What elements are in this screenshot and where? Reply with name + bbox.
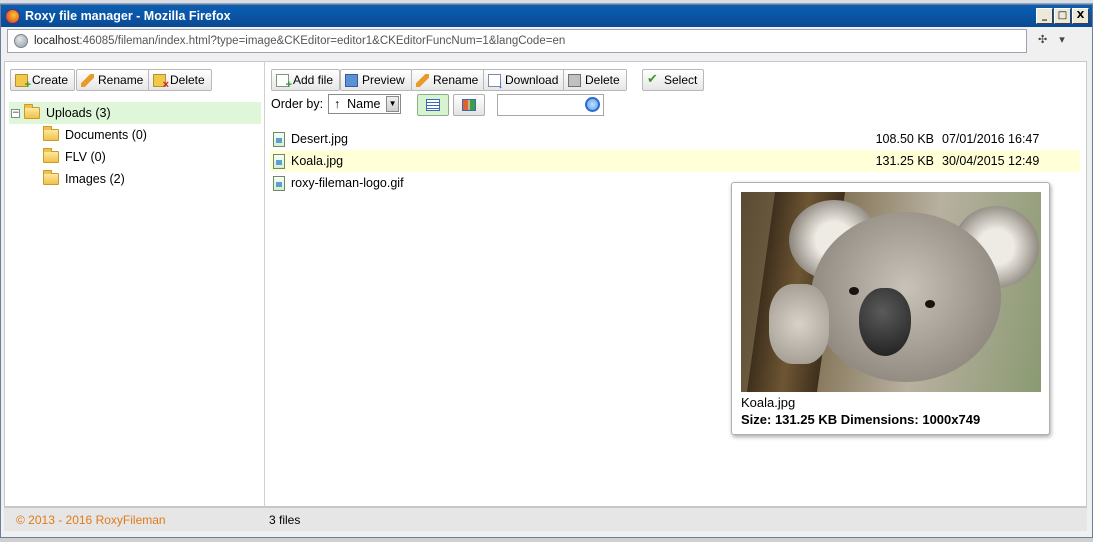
trash-icon [568, 73, 581, 87]
preview-filename: Koala.jpg [741, 395, 796, 410]
rename-label: Rename [433, 73, 479, 87]
delete-folder-button[interactable]: Delete [148, 69, 212, 91]
file-date: 30/04/2015 12:49 [942, 154, 1040, 168]
create-label: Create [32, 73, 69, 87]
tree-item-label: Images (2) [65, 172, 125, 186]
delete-label: Delete [585, 73, 620, 87]
koala-image [741, 192, 1041, 392]
file-date: 07/01/2016 16:47 [942, 132, 1040, 146]
url-bar[interactable]: localhost:46085/fileman/index.html?type=… [7, 29, 1027, 53]
checkmark-icon [647, 71, 660, 87]
background-strip [0, 538, 1093, 542]
add-file-button[interactable]: Add file [271, 69, 341, 91]
file-size: 131.25 KB [875, 154, 934, 168]
file-add-icon [276, 73, 292, 91]
tree-item-label: Uploads (3) [46, 106, 111, 120]
image-file-icon [273, 153, 285, 169]
thumbnail-view-icon [462, 99, 476, 111]
image-file-icon [273, 175, 285, 191]
download-icon [488, 73, 503, 91]
image-file-icon [273, 131, 285, 147]
search-icon[interactable] [585, 97, 600, 112]
folder-pane: Create Rename Delete − Uploads (3) Docum… [5, 62, 265, 508]
pencil-icon [81, 73, 94, 87]
firefox-icon [5, 8, 20, 24]
preview-button[interactable]: Preview [340, 69, 412, 91]
list-view-icon [426, 99, 440, 111]
chevron-down-icon: ▼ [386, 96, 400, 112]
preview-label: Preview [362, 73, 405, 87]
create-folder-button[interactable]: Create [10, 69, 76, 91]
add-file-label: Add file [293, 73, 334, 87]
delete-label: Delete [170, 73, 205, 87]
select-button[interactable]: Select [642, 69, 705, 91]
sort-control: Order by: ↑ Name ▼ [271, 94, 402, 114]
tree-item-label: Documents (0) [65, 128, 147, 142]
image-preview-tooltip: Koala.jpg Size: 131.25 KB Dimensions: 10… [731, 182, 1050, 435]
folder-add-icon [15, 73, 31, 91]
preview-metadata: Size: 131.25 KB Dimensions: 1000x749 [741, 412, 981, 427]
file-row-koala[interactable]: Koala.jpg 131.25 KB 30/04/2015 12:49 [270, 150, 1080, 172]
address-tools: ✣ ▾ [1038, 33, 1065, 46]
sort-select[interactable]: ↑ Name ▼ [328, 94, 402, 114]
url-path: :46085/fileman/index.html?type=image&CKE… [79, 35, 566, 47]
search-input[interactable] [497, 94, 604, 116]
folder-icon [43, 170, 59, 185]
tree-item-documents[interactable]: Documents (0) [9, 124, 261, 146]
pencil-icon [416, 73, 429, 87]
tree-item-uploads[interactable]: − Uploads (3) [9, 102, 261, 124]
folder-icon [43, 148, 59, 163]
tree-item-flv[interactable]: FLV (0) [9, 146, 261, 168]
maximize-button[interactable]: □ [1054, 8, 1071, 24]
thumbnail-view-button[interactable] [453, 94, 485, 116]
list-view-button[interactable] [417, 94, 449, 116]
select-label: Select [664, 73, 698, 87]
rename-folder-button[interactable]: Rename [76, 69, 151, 91]
close-button[interactable]: X [1072, 8, 1089, 24]
sort-label: Order by: [271, 97, 324, 111]
minimize-button[interactable]: _ [1036, 8, 1053, 24]
bookmark-icon[interactable]: ✣ [1038, 33, 1047, 46]
file-size: 108.50 KB [875, 132, 934, 146]
sort-direction-icon: ↑ [333, 97, 341, 111]
folder-tree: − Uploads (3) Documents (0) FLV (0) Imag… [9, 102, 261, 190]
folder-icon [43, 126, 59, 141]
url-host: localhost [34, 35, 80, 47]
file-count: 3 files [269, 513, 301, 527]
window-controls: _ □ X [1036, 8, 1089, 24]
globe-icon [14, 34, 28, 48]
tree-item-images[interactable]: Images (2) [9, 168, 261, 190]
download-button[interactable]: Download [483, 69, 566, 91]
tree-item-label: FLV (0) [65, 150, 106, 164]
status-bar: © 2013 - 2016 RoxyFileman 3 files [4, 507, 1087, 531]
rename-file-button[interactable]: Rename [411, 69, 486, 91]
title-bar[interactable]: Roxy file manager - Mozilla Firefox _ □ … [1, 5, 1092, 27]
copyright-text[interactable]: © 2013 - 2016 RoxyFileman [16, 513, 166, 527]
rename-label: Rename [98, 73, 144, 87]
file-row-desert[interactable]: Desert.jpg 108.50 KB 07/01/2016 16:47 [270, 128, 1080, 150]
download-label: Download [505, 73, 559, 87]
folder-icon [24, 104, 40, 119]
sort-value: Name [347, 97, 381, 111]
collapse-icon[interactable]: − [11, 108, 20, 118]
window-title: Roxy file manager - Mozilla Firefox [25, 9, 231, 23]
delete-file-button[interactable]: Delete [563, 69, 627, 91]
monitor-icon [345, 73, 358, 87]
chevron-down-icon[interactable]: ▾ [1059, 33, 1065, 46]
folder-delete-icon [153, 73, 169, 91]
